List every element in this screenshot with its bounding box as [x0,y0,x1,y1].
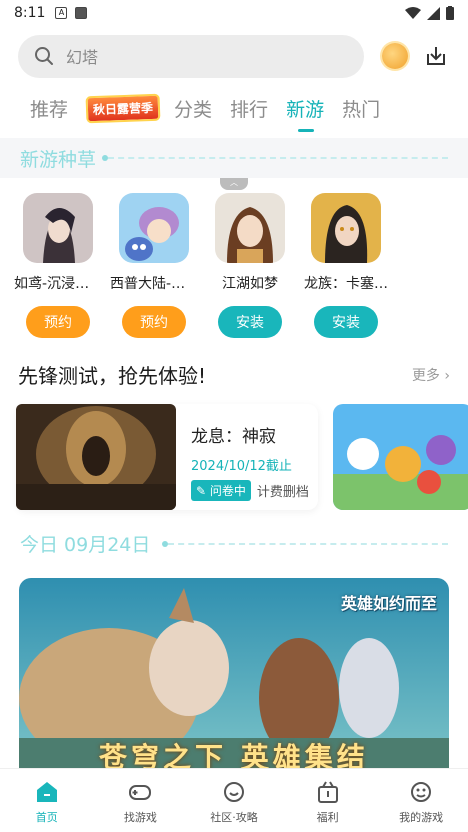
test-type: 计费删档 [256,485,309,500]
test-card-info: 龙息：神寂 2024/10/12截止 ✎ 问卷中 计费删档 [176,404,309,510]
section-title: 先锋测试，抢先体验! [18,364,207,388]
my-games-icon [411,782,432,802]
game-icon [215,193,285,263]
test-tags: ✎ 问卷中 计费删档 [191,480,309,501]
tab-hot[interactable]: 热门 [342,95,380,122]
game-item[interactable]: 龙族：卡塞… 安装 [298,193,394,338]
install-button[interactable]: 安装 [218,306,282,338]
status-bar: 8:11 A [0,0,468,26]
deadline-date: 2024/10/12截止 [191,459,292,474]
banner-logo: 英雄如约而至 [340,594,437,613]
decorative-dash-line [162,540,449,547]
featured-banner[interactable]: 英雄如约而至 苍穹之下 英雄集结 [19,578,449,778]
install-button[interactable]: 安装 [314,306,378,338]
vanguard-header: 先锋测试，抢先体验! 更多 › [18,360,450,389]
section-title: 新游种草 [20,148,97,171]
search-input[interactable]: 幻塔 [18,34,364,78]
more-link[interactable]: 更多 › [412,365,450,385]
game-cover [16,404,176,510]
new-games-list: 如鸢-沉浸式… 预约 西普大陆-回… 预约 江湖如梦 安装 龙族：卡塞… 安装 [10,193,394,338]
game-item[interactable]: 江湖如梦 安装 [202,193,298,338]
reserve-button[interactable]: 预约 [122,306,186,338]
game-name: 如鸢-沉浸式… [14,276,102,292]
reserve-button[interactable]: 预约 [26,306,90,338]
notification-square-icon [75,7,88,19]
status-time: 8:11 [14,5,46,21]
gift-icon [317,781,338,803]
game-name: 龙息：神寂 [191,427,276,447]
tab-new-games[interactable]: 新游 [286,95,324,132]
game-name: 江湖如梦 [222,276,278,292]
nav-label: 找游戏 [123,811,157,824]
more-label: 更多 [411,367,440,384]
tab-category[interactable]: 分类 [174,95,212,122]
nav-welfare[interactable]: 福利 [281,769,375,832]
nav-label: 社区·攻略 [210,811,258,824]
edit-icon: ✎ [196,484,207,498]
new-games-header: 新游种草 [0,138,468,178]
game-item[interactable]: 如鸢-沉浸式… 预约 [10,193,106,338]
test-game-card[interactable]: 龙息：神寂 2024/10/12截止 ✎ 问卷中 计费删档 [16,404,318,510]
home-icon [36,782,57,802]
wifi-icon [405,7,421,19]
decorative-dash-line [102,155,449,161]
collapse-handle[interactable]: ︿ [220,178,248,190]
download-icon[interactable] [424,44,448,68]
coin-icon[interactable] [382,43,408,69]
game-name: 龙族：卡塞… [304,276,388,292]
nav-find-games[interactable]: 找游戏 [94,769,188,832]
nav-label: 福利 [316,811,339,824]
game-name: 西普大陆-回… [110,276,198,292]
game-icon [119,193,189,263]
tab-ranking[interactable]: 排行 [230,95,268,122]
tab-recommend[interactable]: 推荐 [30,95,68,122]
bottom-nav: 首页 找游戏 社区·攻略 福利 我的游戏 [0,768,468,832]
game-item[interactable]: 西普大陆-回… 预约 [106,193,202,338]
game-icon [311,193,381,263]
survey-label: 问卷中 [209,484,246,498]
nav-community[interactable]: 社区·攻略 [187,769,281,832]
nav-label: 首页 [35,811,58,824]
battery-icon [446,6,454,20]
status-right-icons [405,6,454,20]
gamepad-icon [129,785,152,800]
nav-my-games[interactable]: 我的游戏 [374,769,468,832]
signal-icon [427,6,440,20]
search-row: 幻塔 [18,34,450,78]
nav-home[interactable]: 首页 [0,769,94,832]
nav-label: 我的游戏 [399,811,444,824]
search-icon [35,47,53,65]
notification-a-icon: A [55,7,68,19]
game-icon [23,193,93,263]
category-tabs: 推荐 秋日露营季 分类 排行 新游 热门 [30,90,398,132]
survey-badge: ✎ 问卷中 [191,480,251,501]
today-header: 今日 09月24日 [20,530,449,557]
chevron-right-icon: › [444,367,450,384]
tab-autumn-camping[interactable]: 秋日露营季 [85,93,161,123]
section-title: 今日 09月24日 [20,534,151,556]
community-icon [223,782,244,802]
test-game-card-next[interactable] [333,404,468,510]
search-placeholder: 幻塔 [66,48,99,67]
